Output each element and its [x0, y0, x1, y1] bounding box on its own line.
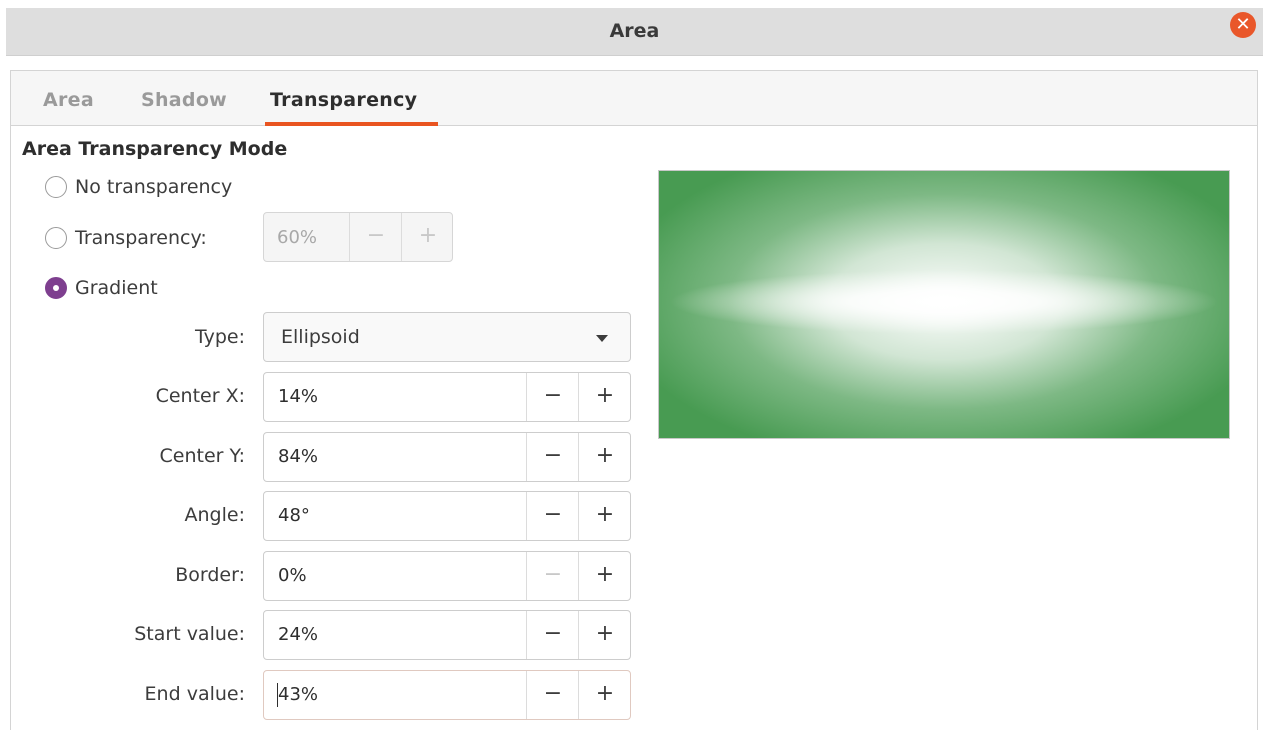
center-y-increase-button[interactable]: +	[579, 443, 631, 468]
end-value-increase-button[interactable]: +	[579, 681, 631, 706]
border-input[interactable]: 0%	[278, 565, 307, 586]
center-y-decrease-button[interactable]: −	[527, 443, 579, 468]
border-spinner[interactable]: 0% − +	[263, 551, 631, 601]
center-y-spinner[interactable]: 84% − +	[263, 432, 631, 482]
tab-bar: Area Shadow Transparency	[11, 71, 1257, 126]
center-y-label: Center Y:	[159, 445, 245, 467]
tab-area[interactable]: Area	[43, 89, 94, 111]
border-decrease-button: −	[543, 562, 563, 587]
start-value-spinner[interactable]: 24% − +	[263, 610, 631, 660]
chevron-down-icon	[596, 335, 608, 342]
angle-spinner[interactable]: 48° − +	[263, 491, 631, 541]
radio-label: Transparency:	[75, 227, 207, 249]
transparency-decrease-button: −	[366, 223, 386, 248]
center-x-decrease-button[interactable]: −	[527, 383, 579, 408]
border-increase-button[interactable]: +	[579, 562, 631, 587]
start-value-increase-button[interactable]: +	[579, 621, 631, 646]
start-value-label: Start value:	[134, 623, 245, 645]
tab-shadow[interactable]: Shadow	[141, 89, 227, 111]
radio-no-transparency[interactable]: No transparency	[45, 174, 232, 200]
start-value-input[interactable]: 24%	[278, 624, 318, 645]
end-value-label: End value:	[144, 683, 245, 705]
text-cursor	[277, 683, 278, 707]
transparency-increase-button: +	[418, 223, 438, 248]
radio-gradient[interactable]: Gradient	[45, 275, 158, 301]
radio-transparency[interactable]: Transparency:	[45, 225, 207, 251]
center-x-input[interactable]: 14%	[278, 386, 318, 407]
end-value-decrease-button[interactable]: −	[527, 681, 579, 706]
radio-label: Gradient	[75, 277, 158, 299]
transparency-spinner: 60% − +	[263, 212, 453, 262]
active-tab-indicator	[265, 122, 438, 126]
angle-decrease-button[interactable]: −	[527, 502, 579, 527]
close-icon: ✕	[1235, 14, 1251, 35]
close-button[interactable]: ✕	[1230, 12, 1256, 38]
center-x-increase-button[interactable]: +	[579, 383, 631, 408]
center-y-input[interactable]: 84%	[278, 446, 318, 467]
transparency-value: 60%	[277, 227, 318, 248]
start-value-decrease-button[interactable]: −	[527, 621, 579, 646]
tab-transparency[interactable]: Transparency	[270, 89, 417, 111]
type-label: Type:	[194, 326, 245, 348]
angle-increase-button[interactable]: +	[579, 502, 631, 527]
center-x-spinner[interactable]: 14% − +	[263, 372, 631, 422]
section-title: Area Transparency Mode	[22, 138, 288, 160]
end-value-spinner[interactable]: 43% − +	[263, 670, 631, 720]
type-dropdown[interactable]: Ellipsoid	[263, 312, 631, 362]
radio-button[interactable]	[45, 277, 67, 299]
radio-button[interactable]	[45, 227, 67, 249]
title-bar: Area	[6, 8, 1263, 56]
gradient-preview	[658, 170, 1230, 439]
center-x-label: Center X:	[155, 385, 245, 407]
radio-button[interactable]	[45, 176, 67, 198]
end-value-input[interactable]: 43%	[278, 684, 318, 705]
radio-label: No transparency	[75, 176, 233, 198]
angle-input[interactable]: 48°	[278, 505, 310, 526]
angle-label: Angle:	[184, 504, 245, 526]
type-value: Ellipsoid	[281, 326, 360, 348]
border-label: Border:	[175, 564, 245, 586]
window-title: Area	[609, 20, 660, 42]
